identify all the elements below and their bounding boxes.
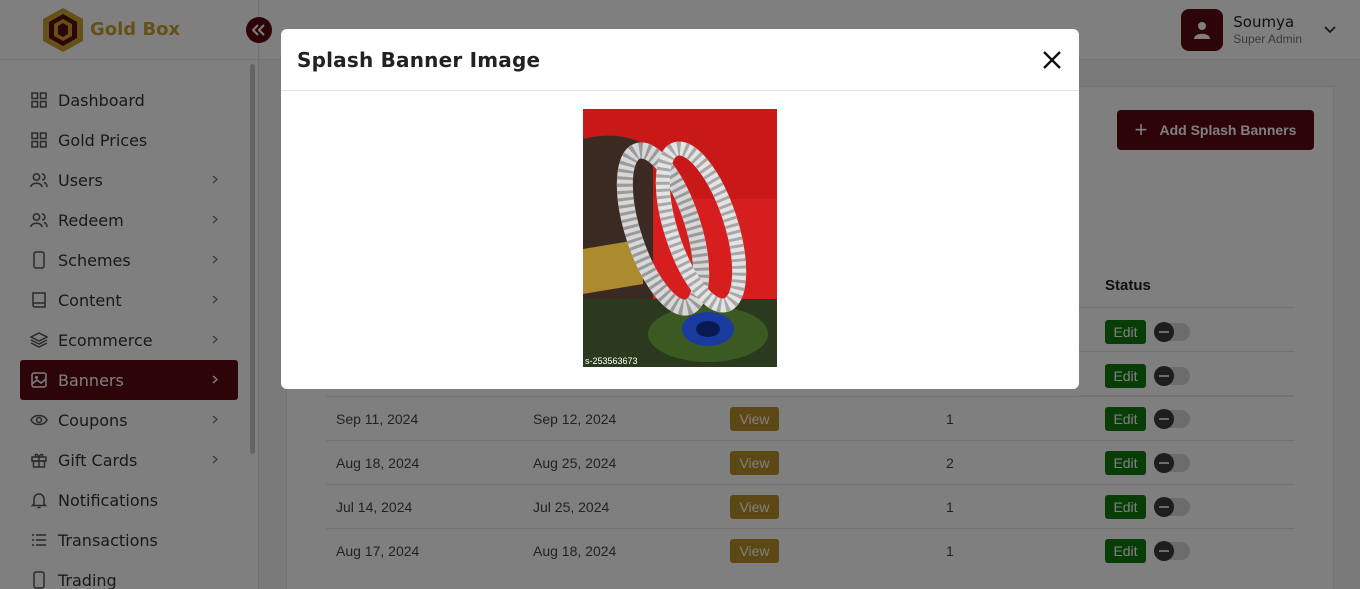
modal-header: Splash Banner Image <box>281 29 1079 91</box>
bangles-photo <box>583 109 777 367</box>
splash-banner-image: s-253563673 <box>583 109 777 367</box>
splash-banner-modal: Splash Banner Image s-253563673 <box>281 29 1079 389</box>
close-icon[interactable] <box>1041 49 1063 71</box>
image-watermark: s-253563673 <box>585 356 638 366</box>
modal-title: Splash Banner Image <box>297 47 541 72</box>
